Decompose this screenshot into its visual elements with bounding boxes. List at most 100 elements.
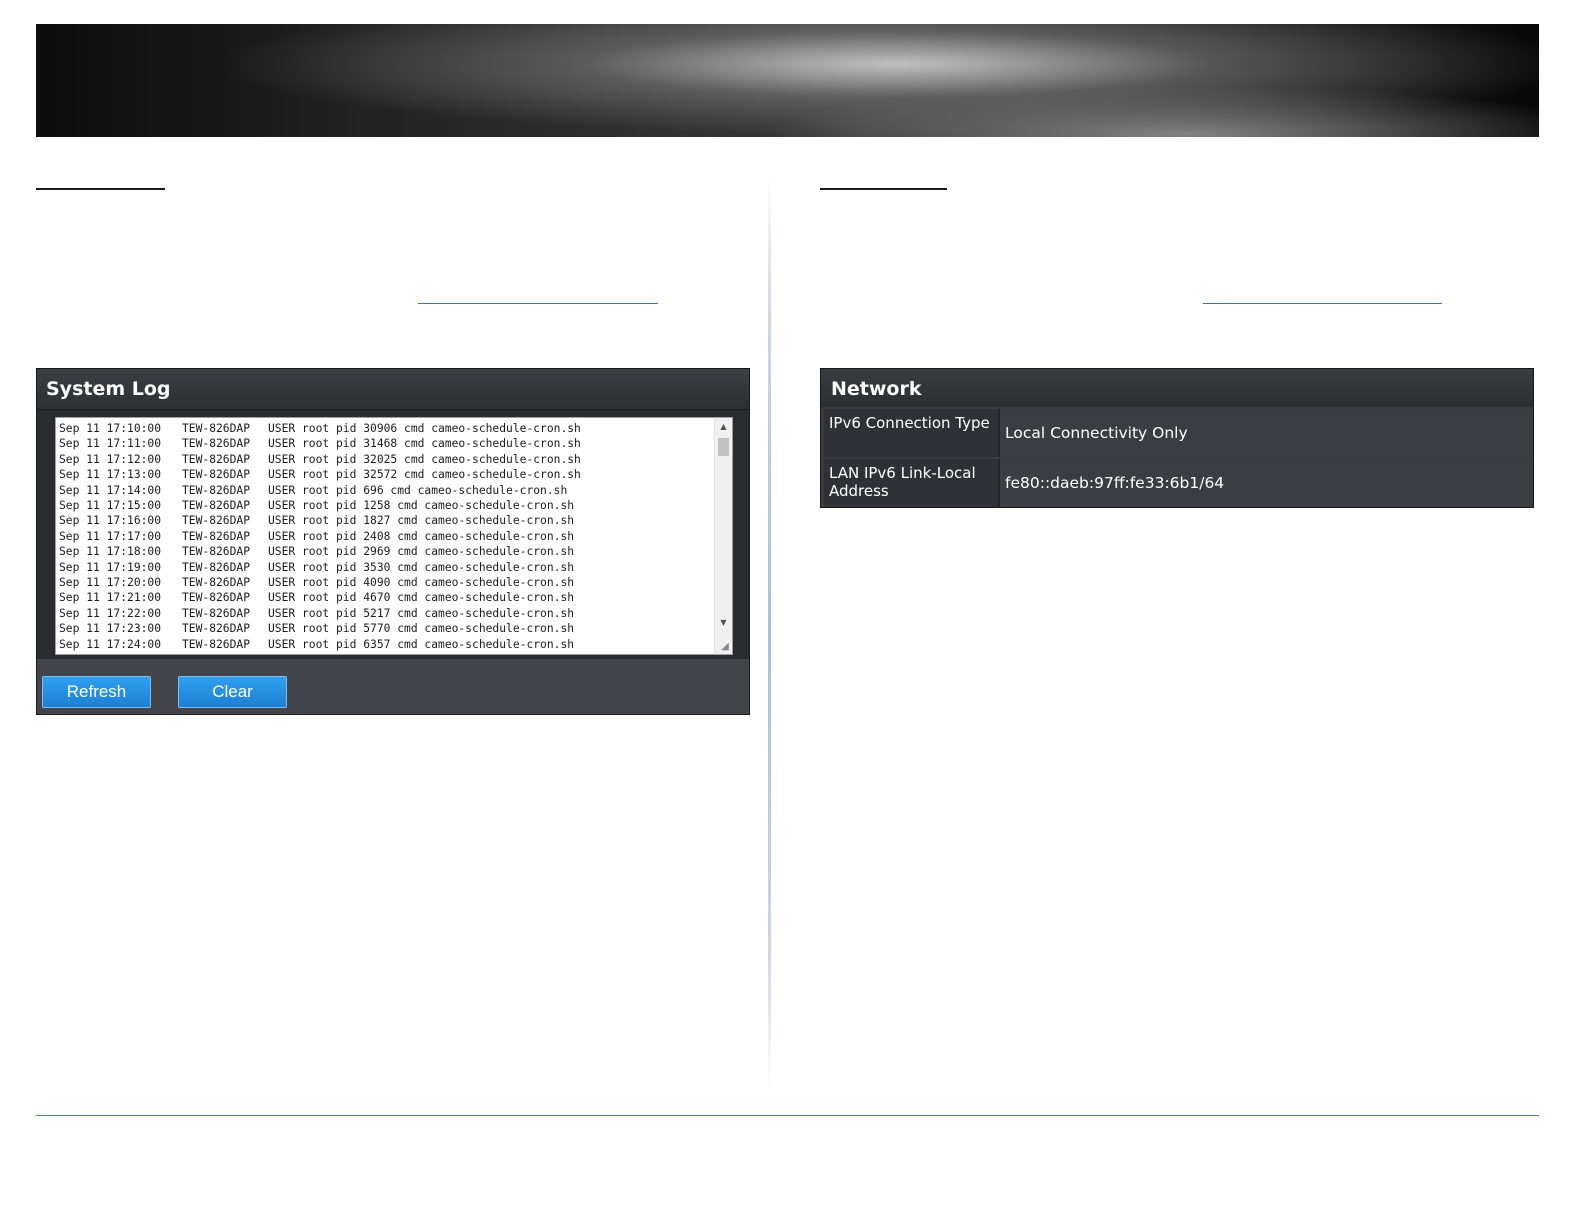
log-user: USER [268,576,296,590]
network-panel: Network IPv6 Connection Type Local Conne… [820,368,1534,508]
log-host: TEW-826DAP [182,514,251,528]
log-host: TEW-826DAP [182,499,251,513]
log-date: Sep 11 17:24:00 [59,637,162,651]
log-host: TEW-826DAP [182,576,251,590]
log-date: Sep 11 17:12:00 [59,452,162,466]
network-row: IPv6 Connection Type Local Connectivity … [824,409,1531,457]
log-line: Sep 11 17:12:00 TEW-826DAP USER root pid 32… [59,452,581,467]
system-log-title: System Log [37,369,749,410]
log-date: Sep 11 17:21:00 [59,591,162,605]
ipv6-connection-type-label: IPv6 Connection Type [824,409,1000,457]
log-msg: root pid 3530 cmd cameo-schedule-cron.sh [302,560,575,574]
scroll-thumb[interactable] [718,438,729,456]
log-user: USER [268,422,296,435]
scroll-up-arrow-icon[interactable]: ▲ [715,420,732,434]
clear-button[interactable]: Clear [178,676,287,708]
log-msg: root pid 5217 cmd cameo-schedule-cron.sh [302,606,575,620]
log-date: Sep 11 17:13:00 [59,468,162,482]
log-host: TEW-826DAP [182,483,251,497]
system-log-lines: Sep 11 17:10:00 TEW-826DAP USER root pid 30… [59,421,581,652]
ipv6-connection-type-value: Local Connectivity Only [1000,409,1531,457]
log-line: Sep 11 17:11:00 TEW-826DAP USER root pid 31… [59,436,581,451]
log-date: Sep 11 17:23:00 [59,622,162,636]
log-date: Sep 11 17:10:00 [59,422,162,435]
log-line: Sep 11 17:19:00 TEW-826DAP USER root pid 35… [59,560,581,575]
log-line: Sep 11 17:18:00 TEW-826DAP USER root pid 29… [59,544,581,559]
log-host: TEW-826DAP [182,529,251,543]
log-user: USER [268,637,296,651]
left-link-underline[interactable] [418,303,658,304]
log-scrollbar[interactable]: ▲ ▼ ◢ [714,418,732,654]
log-date: Sep 11 17:20:00 [59,576,162,590]
log-msg: root pid 32572 cmd cameo-schedule-cron.s… [302,468,581,482]
log-user: USER [268,452,296,466]
log-line: Sep 11 17:24:00 TEW-826DAP USER root pid 63… [59,637,581,652]
log-msg: root pid 2408 cmd cameo-schedule-cron.sh [302,529,575,543]
log-user: USER [268,499,296,513]
log-msg: root pid 4670 cmd cameo-schedule-cron.sh [302,591,575,605]
log-line: Sep 11 17:13:00 TEW-826DAP USER root pid 32… [59,467,581,482]
log-msg: root pid 6357 cmd cameo-schedule-cron.sh [302,637,575,651]
log-date: Sep 11 17:11:00 [59,437,162,451]
log-msg: root pid 2969 cmd cameo-schedule-cron.sh [302,545,575,559]
log-host: TEW-826DAP [182,422,251,435]
log-user: USER [268,529,296,543]
log-line: Sep 11 17:16:00 TEW-826DAP USER root pid 18… [59,513,581,528]
log-host: TEW-826DAP [182,468,251,482]
log-date: Sep 11 17:16:00 [59,514,162,528]
log-user: USER [268,591,296,605]
log-date: Sep 11 17:17:00 [59,529,162,543]
log-line: Sep 11 17:21:00 TEW-826DAP USER root pid 46… [59,590,581,605]
log-msg: root pid 4090 cmd cameo-schedule-cron.sh [302,576,575,590]
log-host: TEW-826DAP [182,637,251,651]
resize-grip-icon[interactable]: ◢ [719,641,731,653]
system-log-panel: System Log Sep 11 17:10:00 TEW-826DAP USER… [36,368,750,715]
scroll-down-arrow-icon[interactable]: ▼ [715,616,732,630]
log-host: TEW-826DAP [182,545,251,559]
log-user: USER [268,560,296,574]
log-host: TEW-826DAP [182,452,251,466]
log-user: USER [268,468,296,482]
network-title: Network [821,369,1533,407]
log-date: Sep 11 17:19:00 [59,560,162,574]
log-date: Sep 11 17:15:00 [59,499,162,513]
log-date: Sep 11 17:22:00 [59,606,162,620]
refresh-button[interactable]: Refresh [42,676,151,708]
lan-ipv6-link-local-value: fe80::daeb:97ff:fe33:6b1/64 [1000,459,1531,507]
log-msg: root pid 696 cmd cameo-schedule-cron.sh [302,483,568,497]
log-msg: root pid 1258 cmd cameo-schedule-cron.sh [302,499,575,513]
log-line: Sep 11 17:15:00 TEW-826DAP USER root pid 12… [59,498,581,513]
log-user: USER [268,545,296,559]
log-line: Sep 11 17:17:00 TEW-826DAP USER root pid 24… [59,529,581,544]
log-date: Sep 11 17:18:00 [59,545,162,559]
system-log-textarea[interactable]: Sep 11 17:10:00 TEW-826DAP USER root pid 30… [55,417,733,655]
log-user: USER [268,622,296,636]
right-link-underline[interactable] [1203,303,1442,304]
log-line: Sep 11 17:10:00 TEW-826DAP USER root pid 30… [59,421,581,436]
log-user: USER [268,437,296,451]
log-msg: root pid 5770 cmd cameo-schedule-cron.sh [302,622,575,636]
log-msg: root pid 1827 cmd cameo-schedule-cron.sh [302,514,575,528]
log-msg: root pid 30906 cmd cameo-schedule-cron.s… [302,422,581,435]
log-host: TEW-826DAP [182,606,251,620]
log-host: TEW-826DAP [182,591,251,605]
log-msg: root pid 31468 cmd cameo-schedule-cron.s… [302,437,581,451]
log-user: USER [268,606,296,620]
lan-ipv6-link-local-label: LAN IPv6 Link-Local Address [824,459,1000,507]
left-heading-rule [36,188,165,190]
right-heading-rule [820,188,947,190]
log-msg: root pid 32025 cmd cameo-schedule-cron.s… [302,452,581,466]
log-line: Sep 11 17:23:00 TEW-826DAP USER root pid 57… [59,621,581,636]
log-line: Sep 11 17:22:00 TEW-826DAP USER root pid 52… [59,606,581,621]
log-host: TEW-826DAP [182,560,251,574]
log-line: Sep 11 17:20:00 TEW-826DAP USER root pid 40… [59,575,581,590]
log-host: TEW-826DAP [182,437,251,451]
log-user: USER [268,483,296,497]
header-banner [36,24,1539,137]
log-date: Sep 11 17:14:00 [59,483,162,497]
log-user: USER [268,514,296,528]
footer-rule [36,1115,1539,1116]
column-divider [768,176,771,1091]
log-host: TEW-826DAP [182,622,251,636]
log-line: Sep 11 17:14:00 TEW-826DAP USER root pid 69… [59,483,581,498]
